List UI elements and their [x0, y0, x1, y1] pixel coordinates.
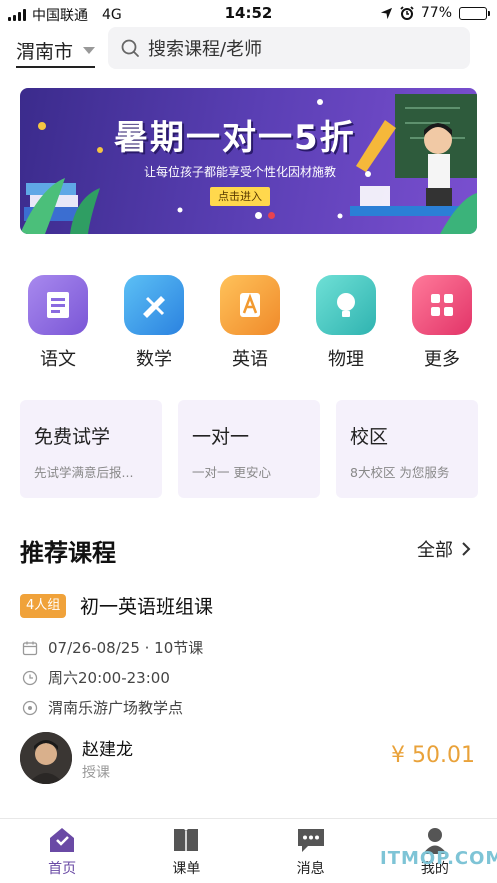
status-bar: 中国联通 4G 14:52 77% [0, 0, 497, 28]
subject-math[interactable]: 数学 [116, 275, 192, 371]
chevron-down-icon [83, 47, 96, 54]
teacher-role: 授课 [82, 765, 110, 781]
chevron-right-icon [462, 542, 471, 556]
subject-label: 英语 [232, 349, 268, 370]
subject-label: 数学 [136, 349, 172, 370]
card-title: 免费试学 [34, 426, 111, 448]
view-all-link[interactable]: 全部 [417, 536, 471, 562]
banner-subtitle: 让每位孩子都能享受个性化因材施教 [144, 165, 337, 179]
course-time: 周六20:00-23:00 [48, 669, 170, 687]
battery-percent: 77% [420, 5, 452, 21]
card-free-trial[interactable]: 免费试学 先试学满意后报... [20, 400, 162, 498]
tab-course-list[interactable]: 课单 [124, 819, 248, 883]
subject-more[interactable]: 更多 [404, 275, 480, 371]
course-title[interactable]: 初一英语班组课 [80, 592, 213, 619]
pagination-dot-active[interactable] [268, 212, 275, 219]
clock-icon [22, 670, 38, 685]
card-subtitle: 先试学满意后报... [34, 465, 134, 480]
subject-label: 更多 [424, 349, 460, 370]
english-letter-icon [220, 275, 280, 335]
promo-banner[interactable]: 暑期一对一5折 让每位孩子都能享受个性化因材施教 点击进入 [20, 88, 477, 234]
calendar-icon [22, 641, 38, 655]
city-label: 渭南市 [16, 41, 74, 63]
subject-grid: 语文 数学 英语 物理 更多 [20, 275, 480, 371]
banner-title: 暑期一对一5折 [114, 118, 356, 158]
card-title: 一对一 [192, 426, 250, 448]
tab-label: 课单 [172, 861, 201, 877]
teacher-avatar[interactable] [20, 732, 72, 784]
teacher-name: 赵建龙 [82, 740, 133, 760]
tab-messages[interactable]: 消息 [249, 819, 373, 883]
math-ruler-icon [124, 275, 184, 335]
more-grid-icon [412, 275, 472, 335]
status-right: 77% [380, 5, 490, 21]
city-selector[interactable]: 渭南市 [16, 37, 96, 68]
course-date: 07/26-08/25 · 10节课 [48, 639, 204, 657]
subject-label: 语文 [40, 349, 76, 370]
location-arrow-icon [380, 7, 392, 19]
course-price: ¥ 50.01 [391, 743, 475, 768]
chinese-book-icon [28, 275, 88, 335]
message-icon [297, 829, 324, 852]
home-icon [50, 828, 75, 852]
subject-physics[interactable]: 物理 [308, 275, 384, 371]
subject-chinese[interactable]: 语文 [20, 275, 96, 371]
alarm-icon [400, 6, 414, 20]
course-date-row: 07/26-08/25 · 10节课 [22, 637, 203, 658]
card-one-on-one[interactable]: 一对一 一对一 更安心 [178, 400, 320, 498]
course-group-badge: 4人组 [20, 594, 67, 618]
tab-home[interactable]: 首页 [0, 819, 124, 883]
physics-bulb-icon [316, 275, 376, 335]
location-pin-icon [22, 700, 38, 715]
banner-enter-button[interactable]: 点击进入 [210, 187, 270, 206]
banner-pagination [255, 212, 275, 219]
tab-label: 首页 [48, 861, 77, 877]
course-time-row: 周六20:00-23:00 [22, 667, 170, 688]
view-all-label: 全部 [417, 540, 453, 561]
battery-icon [459, 6, 490, 20]
tab-label: 消息 [296, 861, 325, 877]
subject-label: 物理 [328, 349, 364, 370]
avatar-image [20, 732, 72, 784]
watermark: ITMOP.COM [380, 848, 497, 869]
card-title: 校区 [350, 426, 389, 448]
card-subtitle: 8大校区 为您服务 [350, 465, 450, 480]
search-placeholder: 搜索课程/老师 [148, 39, 263, 60]
search-bar[interactable]: 搜索课程/老师 [108, 27, 470, 69]
course-location: 渭南乐游广场教学点 [48, 699, 184, 717]
pagination-dot[interactable] [255, 212, 262, 219]
course-location-row: 渭南乐游广场教学点 [22, 697, 183, 718]
section-title: 推荐课程 [20, 539, 116, 567]
card-subtitle: 一对一 更安心 [192, 465, 271, 480]
feature-cards: 免费试学 先试学满意后报... 一对一 一对一 更安心 校区 8大校区 为您服务 [20, 400, 478, 498]
card-campus[interactable]: 校区 8大校区 为您服务 [336, 400, 478, 498]
search-icon [121, 39, 139, 57]
subject-english[interactable]: 英语 [212, 275, 288, 371]
course-list-icon [174, 829, 199, 851]
